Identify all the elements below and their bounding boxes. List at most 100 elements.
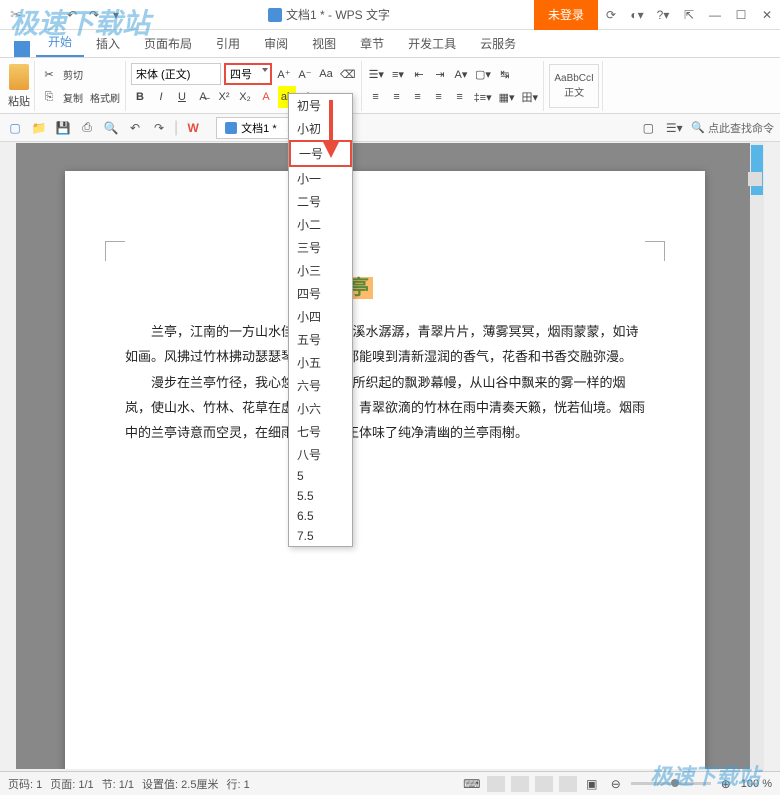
align-justify-button[interactable]: ≡ <box>430 86 448 108</box>
page[interactable]: 兰亭 兰亭，江南的一方山水佳境， 溪水潺潺，青翠片片，薄雾冥冥，烟雨蒙蒙，如诗如… <box>65 171 705 769</box>
maximize-button[interactable]: ☐ <box>728 0 754 30</box>
numbering-button[interactable]: ≡▾ <box>389 63 407 85</box>
tab-cloud[interactable]: 云服务 <box>468 30 528 57</box>
line-spacing-button[interactable]: ‡≡▾ <box>472 86 494 108</box>
border-button[interactable]: ▢▾ <box>473 63 493 85</box>
size-item[interactable]: 二号 <box>289 190 352 213</box>
clear-format-button[interactable]: ⌫ <box>338 63 358 85</box>
zoom-slider[interactable] <box>631 782 711 785</box>
screen-icon[interactable]: ▢ <box>639 119 657 137</box>
style-normal[interactable]: AaBbCcI 正文 <box>549 64 599 108</box>
size-item[interactable]: 小四 <box>289 305 352 328</box>
shrink-font-button[interactable]: A⁻ <box>296 63 314 85</box>
size-item[interactable]: 5.5 <box>289 486 352 506</box>
undo-icon[interactable]: ↶ <box>126 119 144 137</box>
align-right-button[interactable]: ≡ <box>409 86 427 108</box>
size-item[interactable]: 7.5 <box>289 526 352 546</box>
subscript-button[interactable]: X₂ <box>236 86 254 108</box>
size-item[interactable]: 五号 <box>289 328 352 351</box>
save-icon[interactable]: ▾ <box>108 7 124 23</box>
size-item[interactable]: 小五 <box>289 351 352 374</box>
tab-insert[interactable]: 插入 <box>84 30 132 57</box>
italic-button[interactable]: I <box>152 86 170 108</box>
font-size-select[interactable]: 四号 <box>224 63 272 85</box>
zoom-plus-button[interactable]: ⊕ <box>717 775 735 793</box>
view-outline-button[interactable] <box>511 776 529 792</box>
font-color-button[interactable]: A <box>257 86 275 108</box>
align-left-button[interactable]: ≡ <box>367 86 385 108</box>
font-name-select[interactable]: 宋体 (正文) <box>131 63 221 85</box>
minimize-button[interactable]: — <box>702 0 728 30</box>
underline-button[interactable]: U <box>173 86 191 108</box>
upload-icon[interactable]: ⇱ <box>676 0 702 30</box>
wps-menu-icon[interactable] <box>14 41 30 57</box>
grow-font-button[interactable]: A⁺ <box>275 63 293 85</box>
print-icon[interactable]: ⎙ <box>78 119 96 137</box>
feedback-icon[interactable]: ?▾ <box>650 0 676 30</box>
borders-button[interactable]: 田▾ <box>520 86 541 108</box>
align-distribute-button[interactable]: ≡ <box>451 86 469 108</box>
tab-start[interactable]: 开始 <box>36 28 84 57</box>
zoom-out-button[interactable]: ▣ <box>583 775 601 793</box>
vertical-scrollbar[interactable] <box>750 143 764 769</box>
size-item[interactable]: 六号 <box>289 374 352 397</box>
shading-button[interactable]: ▦▾ <box>497 86 517 108</box>
document-area[interactable]: 兰亭 兰亭，江南的一方山水佳境， 溪水潺潺，青翠片片，薄雾冥冥，烟雨蒙蒙，如诗如… <box>16 143 754 769</box>
document-title[interactable]: 兰亭 <box>125 271 645 300</box>
wps-home-icon[interactable]: W <box>184 119 202 137</box>
open-icon[interactable]: 📁 <box>30 119 48 137</box>
tab-layout[interactable]: 页面布局 <box>132 30 204 57</box>
font-size-dropdown[interactable]: 初号 小初 一号 小一 二号 小二 三号 小三 四号 小四 五号 小五 六号 小… <box>288 93 353 547</box>
view-web-button[interactable] <box>535 776 553 792</box>
tab-dev[interactable]: 开发工具 <box>396 30 468 57</box>
tab-reference[interactable]: 引用 <box>204 30 252 57</box>
superscript-button[interactable]: X² <box>215 86 233 108</box>
login-button[interactable]: 未登录 <box>534 0 598 30</box>
size-item[interactable]: 5 <box>289 466 352 486</box>
copy-button[interactable]: ⎘ <box>40 86 58 108</box>
redo-icon[interactable]: ↷ <box>150 119 168 137</box>
size-item[interactable]: 七号 <box>289 420 352 443</box>
list-icon[interactable]: ☰▾ <box>665 119 683 137</box>
size-item[interactable]: 小二 <box>289 213 352 236</box>
size-item[interactable]: 小六 <box>289 397 352 420</box>
bullets-button[interactable]: ☰▾ <box>367 63 386 85</box>
size-item[interactable]: 三号 <box>289 236 352 259</box>
tab-button[interactable]: ↹ <box>496 63 514 85</box>
change-case-button[interactable]: Aa <box>317 63 335 85</box>
size-item[interactable]: 小一 <box>289 167 352 190</box>
redo-icon[interactable]: ↷ <box>86 7 102 23</box>
size-item[interactable]: 四号 <box>289 282 352 305</box>
tab-section[interactable]: 章节 <box>348 30 396 57</box>
size-item[interactable]: 八号 <box>289 443 352 466</box>
bold-button[interactable]: B <box>131 86 149 108</box>
cut-button[interactable]: ✂ <box>40 63 58 85</box>
close-button[interactable]: ✕ <box>754 0 780 30</box>
strike-button[interactable]: A̶ <box>194 86 212 108</box>
search-command[interactable]: 🔍 点此查找命令 <box>691 120 774 136</box>
size-item[interactable]: 小三 <box>289 259 352 282</box>
undo-icon[interactable]: ↶ <box>64 7 80 23</box>
indent-left-button[interactable]: ⇤ <box>410 63 428 85</box>
size-item[interactable]: 6.5 <box>289 506 352 526</box>
paste-icon[interactable] <box>9 64 29 90</box>
preview-icon[interactable]: 🔍 <box>102 119 120 137</box>
indent-right-button[interactable]: ⇥ <box>431 63 449 85</box>
view-read-button[interactable] <box>559 776 577 792</box>
sidebar-toggle-icon[interactable] <box>748 172 762 186</box>
save-icon[interactable]: 💾 <box>54 119 72 137</box>
tab-view[interactable]: 视图 <box>300 30 348 57</box>
format-painter-button[interactable]: 格式刷 <box>88 86 122 108</box>
align-center-button[interactable]: ≡ <box>388 86 406 108</box>
zoom-minus-button[interactable]: ⊖ <box>607 775 625 793</box>
scrollbar-thumb[interactable] <box>751 145 763 195</box>
spellcheck-icon[interactable]: ⌨ <box>463 775 481 793</box>
view-print-button[interactable] <box>487 776 505 792</box>
document-body[interactable]: 兰亭，江南的一方山水佳境， 溪水潺潺，青翠片片，薄雾冥冥，烟雨蒙蒙，如诗如画。风… <box>125 320 645 445</box>
new-icon[interactable]: ▢ <box>6 119 24 137</box>
sync-icon[interactable]: ⟳ <box>598 0 624 30</box>
skin-icon[interactable]: ◐▾ <box>624 0 650 30</box>
tab-review[interactable]: 审阅 <box>252 30 300 57</box>
phonetic-button[interactable]: A▾ <box>452 63 470 85</box>
zoom-level[interactable]: 100 % <box>741 778 772 790</box>
